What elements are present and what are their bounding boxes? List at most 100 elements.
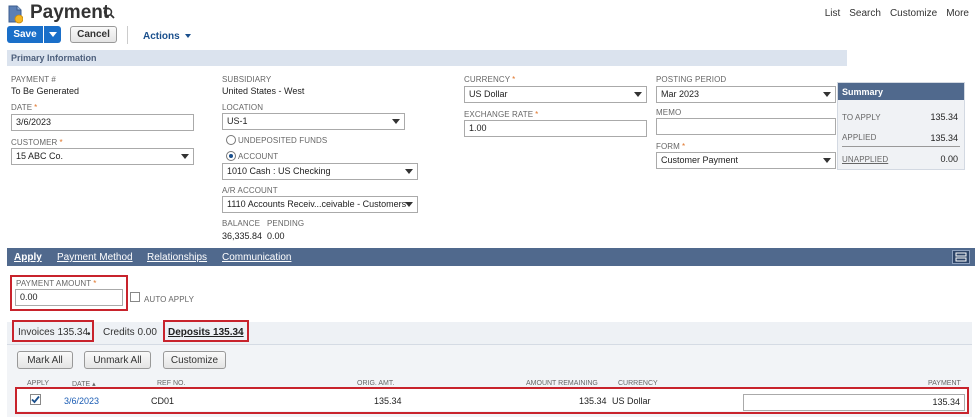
cancel-button[interactable]: Cancel <box>70 26 117 43</box>
nav-list-link[interactable]: List <box>825 8 841 19</box>
payment-amount-label: PAYMENT AMOUNT * <box>16 279 97 288</box>
subsidiary-value: United States - West <box>222 86 305 96</box>
search-icon[interactable] <box>103 7 115 19</box>
undeposited-funds-radio[interactable] <box>226 135 236 145</box>
unapplied-link[interactable]: UNAPPLIED <box>842 155 888 164</box>
unmark-all-button[interactable]: Unmark All <box>84 351 151 369</box>
date-label: DATE * <box>11 103 38 112</box>
toolbar-divider <box>127 26 128 44</box>
balance-label: BALANCE <box>222 219 261 228</box>
payment-number-value: To Be Generated <box>11 86 80 96</box>
ar-account-label: A/R ACCOUNT <box>222 186 278 195</box>
header-nav: List Search Customize More <box>825 8 969 19</box>
payment-amount-field[interactable]: 0.00 <box>15 289 123 306</box>
exchange-rate-label: EXCHANGE RATE * <box>464 110 539 119</box>
layout-toggle-icon[interactable] <box>952 250 970 264</box>
form-label: FORM * <box>656 142 686 151</box>
ar-account-select[interactable]: 1110 Accounts Receiv...ceivable - Custom… <box>222 196 418 213</box>
chevron-down-icon <box>634 92 642 97</box>
tab-apply[interactable]: Apply <box>14 252 42 263</box>
pending-label: PENDING <box>267 219 305 228</box>
memo-field[interactable] <box>656 118 836 135</box>
summary-panel: Summary TO APPLY 135.34 APPLIED 135.34 U… <box>837 82 965 170</box>
applied-value: 135.34 <box>930 133 958 143</box>
save-button[interactable]: Save <box>7 26 43 43</box>
chevron-down-icon <box>49 32 57 37</box>
currency-select[interactable]: US Dollar <box>464 86 647 103</box>
customer-select[interactable]: 15 ABC Co. <box>11 148 194 165</box>
row-ref-no: CD01 <box>151 396 175 406</box>
checkmark-icon <box>31 395 40 404</box>
exchange-rate-field[interactable]: 1.00 <box>464 120 647 137</box>
customer-label: CUSTOMER * <box>11 138 63 147</box>
chevron-down-icon <box>405 169 413 174</box>
to-apply-value: 135.34 <box>930 112 958 122</box>
currency-label: CURRENCY * <box>464 75 516 84</box>
save-dropdown-button[interactable] <box>44 26 61 43</box>
undeposited-funds-label: UNDEPOSITED FUNDS <box>238 136 328 145</box>
account-select-value: 1010 Cash : US Checking <box>227 166 331 176</box>
row-currency: US Dollar <box>612 396 651 406</box>
chevron-down-icon <box>392 119 400 124</box>
record-icon <box>8 5 24 24</box>
location-select-value: US-1 <box>227 116 248 126</box>
form-select-value: Customer Payment <box>661 155 739 165</box>
tab-relationships[interactable]: Relationships <box>147 252 207 263</box>
subtab-deposits[interactable]: Deposits 135.34 <box>168 327 244 338</box>
chevron-down-icon <box>185 34 192 39</box>
chevron-down-icon <box>181 154 189 159</box>
row-payment-field[interactable]: 135.34 <box>743 394 965 411</box>
subtab-credits[interactable]: Credits 0.00 <box>103 327 157 338</box>
tab-communication[interactable]: Communication <box>222 252 291 263</box>
posting-period-select-value: Mar 2023 <box>661 89 700 99</box>
column-header-amount-remaining[interactable]: AMOUNT REMAINING <box>526 380 598 387</box>
cancel-button-label: Cancel <box>77 29 110 40</box>
subtab-invoices[interactable]: Invoices 135.34 <box>18 327 88 338</box>
nav-search-link[interactable]: Search <box>849 8 881 19</box>
column-header-orig-amt[interactable]: ORIG. AMT. <box>357 380 394 387</box>
mark-all-button[interactable]: Mark All <box>17 351 73 369</box>
column-header-payment[interactable]: PAYMENT <box>928 380 961 387</box>
column-header-apply: APPLY <box>27 380 50 387</box>
save-button-label: Save <box>13 29 37 40</box>
account-select[interactable]: 1010 Cash : US Checking <box>222 163 418 180</box>
customer-select-value: 15 ABC Co. <box>16 151 64 161</box>
column-header-ref-no[interactable]: REF NO. <box>157 380 185 387</box>
column-header-currency[interactable]: CURRENCY <box>618 380 658 387</box>
section-header-label: Primary Information <box>11 53 97 63</box>
row-amount-remaining: 135.34 <box>579 396 607 406</box>
pending-value: 0.00 <box>267 231 285 241</box>
ar-account-select-value: 1110 Accounts Receiv...ceivable - Custom… <box>227 199 407 209</box>
unapplied-value: 0.00 <box>940 154 958 164</box>
location-select[interactable]: US-1 <box>222 113 405 130</box>
auto-apply-checkbox[interactable] <box>130 292 140 302</box>
nav-more-link[interactable]: More <box>946 8 969 19</box>
chevron-down-icon <box>823 158 831 163</box>
row-date-link[interactable]: 3/6/2023 <box>64 396 99 406</box>
subtab-deposits-dot: • <box>240 329 244 340</box>
chevron-down-icon <box>823 92 831 97</box>
auto-apply-label: AUTO APPLY <box>144 295 195 304</box>
posting-period-select[interactable]: Mar 2023 <box>656 86 836 103</box>
page-title: Payment <box>30 2 110 23</box>
currency-select-value: US Dollar <box>469 89 508 99</box>
tab-payment-method[interactable]: Payment Method <box>57 252 133 263</box>
payment-number-label: PAYMENT # <box>11 75 56 84</box>
memo-label: MEMO <box>656 108 682 117</box>
subtab-invoices-dot: • <box>87 329 91 340</box>
chevron-down-icon <box>405 202 413 207</box>
row-orig-amt: 135.34 <box>374 396 402 406</box>
account-radio-label: ACCOUNT <box>238 152 279 161</box>
customize-button[interactable]: Customize <box>163 351 226 369</box>
to-apply-label: TO APPLY <box>842 113 881 122</box>
balance-value: 36,335.84 <box>222 231 263 241</box>
actions-menu[interactable]: Actions <box>143 31 192 42</box>
account-radio[interactable] <box>226 151 236 161</box>
row-apply-checkbox[interactable] <box>30 394 41 405</box>
date-field[interactable]: 3/6/2023 <box>11 114 194 131</box>
nav-customize-link[interactable]: Customize <box>890 8 937 19</box>
form-select[interactable]: Customer Payment <box>656 152 836 169</box>
location-label: LOCATION <box>222 103 264 112</box>
section-header-primary[interactable]: Primary Information <box>7 50 847 66</box>
actions-menu-label: Actions <box>143 31 180 42</box>
